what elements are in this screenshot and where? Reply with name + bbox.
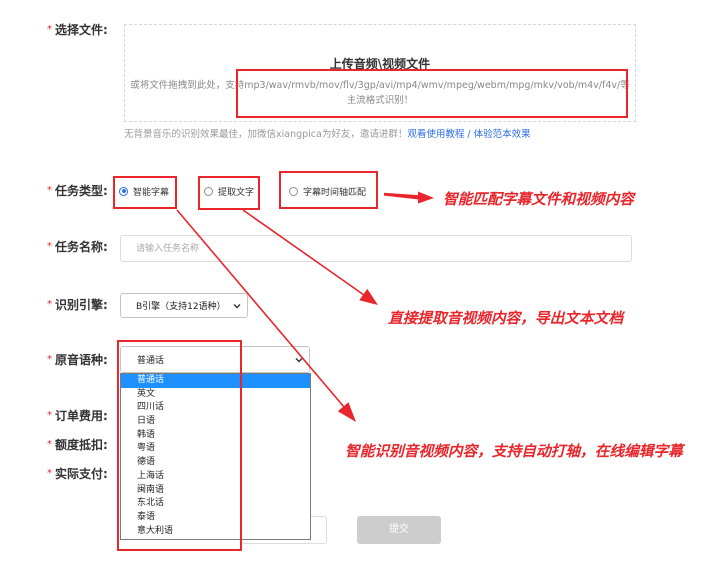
required-mark: *	[47, 468, 52, 479]
upload-format-hint: 或将文件拖拽到此处，支持mp3/wav/rmvb/mov/flv/3gp/avi…	[130, 80, 630, 91]
language-option[interactable]: 粤语	[121, 442, 310, 456]
radio-circle[interactable]	[204, 186, 213, 196]
radio-circle[interactable]	[119, 186, 128, 196]
radio-circle[interactable]	[289, 186, 298, 196]
language-option[interactable]: 普通话	[121, 374, 310, 388]
radio-label: 提取文字	[218, 187, 255, 198]
engine-selected-value: B引擎（支持12语种）	[136, 302, 226, 312]
language-option[interactable]: 日语	[121, 415, 310, 429]
language-option[interactable]: 意大利语	[121, 525, 310, 539]
task-name-input[interactable]	[120, 235, 632, 262]
label-text: 原音语种:	[55, 353, 108, 367]
label-text: 额度抵扣:	[55, 438, 108, 452]
required-mark: *	[47, 24, 52, 35]
tutorial-link[interactable]: 观看使用教程	[407, 129, 464, 140]
label-text: 实际支付:	[55, 467, 108, 481]
annotation-text-timeline-match: 智能匹配字幕文件和视频内容	[443, 191, 634, 208]
language-option[interactable]: 闽南语	[121, 484, 310, 498]
label-task-type: * 任务类型:	[47, 183, 108, 199]
annotation-arrow-timeline-match	[384, 191, 434, 204]
required-mark: *	[47, 410, 52, 421]
upload-dropzone[interactable]: 上传音频\视频文件 或将文件拖拽到此处，支持mp3/wav/rmvb/mov/f…	[124, 24, 636, 122]
language-select[interactable]: 普通话	[120, 346, 310, 373]
radio-label: 字幕时间轴匹配	[303, 187, 367, 198]
label-language: * 原音语种:	[47, 352, 108, 368]
sample-link[interactable]: 体验范本效果	[474, 129, 531, 140]
upload-format-hint-line2: 主流格式识别！	[346, 95, 414, 106]
label-quota-deduction: * 额度抵扣:	[47, 437, 108, 453]
required-mark: *	[47, 241, 52, 252]
label-task-name: * 任务名称:	[47, 239, 108, 255]
language-option[interactable]: 德语	[121, 456, 310, 470]
language-option[interactable]: 泰语	[121, 511, 310, 525]
required-mark: *	[47, 299, 52, 310]
task-type-option-smart-subtitle[interactable]: 智能字幕	[119, 185, 170, 198]
label-engine: * 识别引擎:	[47, 297, 108, 313]
link-separator: /	[467, 129, 471, 140]
language-option[interactable]: 东北话	[121, 497, 310, 511]
label-text: 任务类型:	[55, 184, 108, 198]
task-type-option-extract-text[interactable]: 提取文字	[204, 185, 255, 198]
label-text: 任务名称:	[55, 240, 108, 254]
upload-title[interactable]: 上传音频\视频文件	[125, 56, 635, 72]
language-option[interactable]: 英文	[121, 388, 310, 402]
label-select-file: * 选择文件:	[47, 22, 108, 38]
annotation-text-extract-text: 直接提取音视频内容，导出文本文档	[388, 310, 624, 327]
label-text: 选择文件:	[55, 23, 108, 37]
chevron-down-icon	[233, 303, 241, 308]
label-actual-payment: * 实际支付:	[47, 466, 108, 482]
engine-select[interactable]: B引擎（支持12语种）	[120, 293, 248, 318]
annotation-text-smart-subtitle: 智能识别音视频内容，支持自动打轴，在线编辑字幕	[345, 443, 683, 460]
required-mark: *	[47, 354, 52, 365]
label-order-fee: * 订单费用:	[47, 408, 108, 424]
language-option[interactable]: 四川话	[121, 401, 310, 415]
submit-button[interactable]: 提交	[357, 516, 441, 544]
radio-label: 智能字幕	[133, 187, 170, 198]
language-option[interactable]: 上海话	[121, 470, 310, 484]
upload-tip: 无背景音乐的识别效果最佳，加微信xiangpica为好友，邀请进群！观看使用教程…	[124, 129, 531, 141]
language-dropdown-list[interactable]: 普通话 英文 四川话 日语 韩语 粤语 德语 上海话 闽南语 东北话 泰语 意大…	[120, 373, 311, 540]
task-type-option-timeline-match[interactable]: 字幕时间轴匹配	[289, 185, 367, 198]
language-option[interactable]: 韩语	[121, 429, 310, 443]
tip-text: 无背景音乐的识别效果最佳，加微信xiangpica为好友，邀请进群！	[124, 129, 408, 140]
required-mark: *	[47, 185, 52, 196]
language-selected-value: 普通话	[137, 356, 165, 366]
chevron-down-icon	[295, 357, 303, 362]
label-text: 订单费用:	[55, 409, 108, 423]
label-text: 识别引擎:	[55, 298, 108, 312]
required-mark: *	[47, 439, 52, 450]
